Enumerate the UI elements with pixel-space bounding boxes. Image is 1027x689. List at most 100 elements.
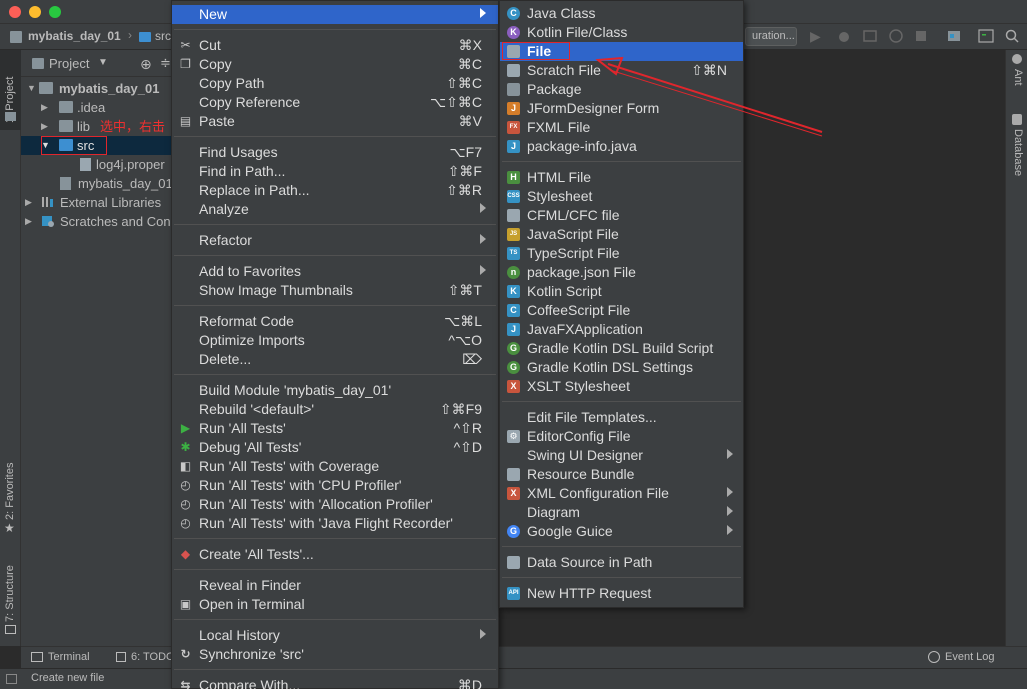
expand-arrow-icon[interactable]: ▼	[27, 83, 37, 93]
terminal-icon: ▣	[179, 597, 192, 611]
minimize-window-button[interactable]	[29, 6, 41, 18]
menu-item-show-image-thumbnails[interactable]: Show Image Thumbnails ⇧⌘T	[172, 281, 498, 300]
menu-item-optimize-imports[interactable]: Optimize Imports ^⌥O	[172, 331, 498, 350]
project-view-dropdown[interactable]: Project	[49, 56, 89, 71]
collapse-arrow-icon[interactable]: ▶	[25, 216, 35, 226]
menu-item-refactor[interactable]: Refactor	[172, 231, 498, 250]
new-menu-item-cfml-cfc-file[interactable]: CFML/CFC file	[500, 206, 743, 225]
menu-item-debug-all-tests[interactable]: ✱ Debug 'All Tests' ^⇧D	[172, 438, 498, 457]
locate-icon[interactable]: ⊕	[140, 56, 152, 73]
ant-icon	[1012, 54, 1022, 64]
tree-row-scratches[interactable]: ▶ Scratches and Con	[21, 212, 172, 231]
new-menu-item-new-http-request[interactable]: API New HTTP Request	[500, 584, 743, 603]
breadcrumb-folder[interactable]: src	[155, 29, 171, 43]
menu-item-label: Run 'All Tests' with Coverage	[199, 458, 380, 474]
menu-item-create-all-tests[interactable]: ◆ Create 'All Tests'...	[172, 545, 498, 564]
new-menu-item-edit-file-templates[interactable]: Edit File Templates...	[500, 408, 743, 427]
menu-item-paste[interactable]: ▤ Paste ⌘V	[172, 112, 498, 131]
menu-item-copy-path[interactable]: Copy Path ⇧⌘C	[172, 74, 498, 93]
menu-item-rebuild-default[interactable]: Rebuild '<default>' ⇧⌘F9	[172, 400, 498, 419]
menu-item-label: Reformat Code	[199, 313, 294, 329]
new-menu-item-xslt-stylesheet[interactable]: X XSLT Stylesheet	[500, 377, 743, 396]
menu-item-local-history[interactable]: Local History	[172, 626, 498, 645]
cfml-icon	[507, 209, 520, 222]
tool-tab-structure[interactable]: 7: Structure	[4, 565, 16, 622]
collapse-arrow-icon[interactable]: ▶	[41, 102, 51, 112]
tree-row-project[interactable]: ▼ mybatis_day_01	[21, 79, 172, 98]
menu-item-run-all-tests-with-java-flight-recorder[interactable]: ◴ Run 'All Tests' with 'Java Flight Recor…	[172, 514, 498, 533]
tool-tab-terminal[interactable]: Terminal	[48, 651, 90, 663]
status-bar-toggle-icon[interactable]	[6, 674, 17, 684]
new-menu-item-javascript-file[interactable]: JS JavaScript File	[500, 225, 743, 244]
project-structure-icon[interactable]	[946, 28, 962, 44]
profiler-icon[interactable]	[888, 28, 904, 44]
menu-item-label: Show Image Thumbnails	[199, 282, 353, 298]
menu-item-compare-with[interactable]: ⇆ Compare With... ⌘D	[172, 676, 498, 689]
new-menu-item-kotlin-script[interactable]: K Kotlin Script	[500, 282, 743, 301]
new-menu-item-editorconfig-file[interactable]: ⚙ EditorConfig File	[500, 427, 743, 446]
new-menu-item-gradle-kotlin-dsl-build-script[interactable]: G Gradle Kotlin DSL Build Script	[500, 339, 743, 358]
new-menu-item-gradle-kotlin-dsl-settings[interactable]: G Gradle Kotlin DSL Settings	[500, 358, 743, 377]
search-icon[interactable]	[1004, 28, 1020, 44]
tree-row-log4j[interactable]: log4j.proper	[21, 155, 172, 174]
collapse-arrow-icon[interactable]: ▶	[41, 121, 51, 131]
new-menu-item-javafxapplication[interactable]: J JavaFXApplication	[500, 320, 743, 339]
module-file-icon	[60, 177, 71, 190]
menu-item-new[interactable]: New	[172, 5, 498, 24]
menu-item-build-module-mybatis-day-01[interactable]: Build Module 'mybatis_day_01'	[172, 381, 498, 400]
close-window-button[interactable]	[9, 6, 21, 18]
event-log-tab[interactable]: Event Log	[945, 651, 995, 663]
css-icon: CSS	[507, 190, 520, 203]
new-menu-item-xml-configuration-file[interactable]: X XML Configuration File	[500, 484, 743, 503]
stop-icon[interactable]	[913, 28, 929, 44]
menu-item-cut[interactable]: ✂ Cut ⌘X	[172, 36, 498, 55]
menu-item-run-all-tests-with-allocation-profiler[interactable]: ◴ Run 'All Tests' with 'Allocation Profil…	[172, 495, 498, 514]
menu-separator	[174, 224, 496, 225]
new-menu-item-html-file[interactable]: H HTML File	[500, 168, 743, 187]
menu-item-find-usages[interactable]: Find Usages ⌥F7	[172, 143, 498, 162]
tool-tab-todo[interactable]: 6: TODO	[131, 651, 175, 663]
breadcrumb-project[interactable]: mybatis_day_01	[28, 29, 121, 43]
menu-item-synchronize-src[interactable]: ↻ Synchronize 'src'	[172, 645, 498, 664]
menu-item-run-all-tests-with-cpu-profiler[interactable]: ◴ Run 'All Tests' with 'CPU Profiler'	[172, 476, 498, 495]
new-menu-item-data-source-in-path[interactable]: Data Source in Path	[500, 553, 743, 572]
todo-icon	[116, 652, 126, 662]
new-menu-item-google-guice[interactable]: G Google Guice	[500, 522, 743, 541]
database-icon	[507, 556, 520, 569]
menu-item-copy[interactable]: ❐ Copy ⌘C	[172, 55, 498, 74]
tool-tab-database[interactable]: Database	[1012, 129, 1024, 176]
collapse-icon[interactable]: ≑	[160, 55, 171, 71]
menu-item-run-all-tests-with-coverage[interactable]: ◧ Run 'All Tests' with Coverage	[172, 457, 498, 476]
menu-item-run-all-tests[interactable]: ▶ Run 'All Tests' ^⇧R	[172, 419, 498, 438]
maximize-window-button[interactable]	[49, 6, 61, 18]
menu-item-add-to-favorites[interactable]: Add to Favorites	[172, 262, 498, 281]
new-menu-item-package-json-file[interactable]: n package.json File	[500, 263, 743, 282]
tree-row-idea[interactable]: ▶ .idea	[21, 98, 172, 117]
new-menu-item-coffeescript-file[interactable]: C CoffeeScript File	[500, 301, 743, 320]
run-icon: ▶	[180, 421, 191, 435]
menu-item-analyze[interactable]: Analyze	[172, 200, 498, 219]
menu-item-reformat-code[interactable]: Reformat Code ⌥⌘L	[172, 312, 498, 331]
coverage-icon[interactable]	[862, 28, 878, 44]
tool-tab-ant[interactable]: Ant	[1012, 69, 1024, 86]
menu-item-reveal-in-finder[interactable]: Reveal in Finder	[172, 576, 498, 595]
new-menu-item-typescript-file[interactable]: TS TypeScript File	[500, 244, 743, 263]
menu-item-copy-reference[interactable]: Copy Reference ⌥⇧⌘C	[172, 93, 498, 112]
new-menu-item-stylesheet[interactable]: CSS Stylesheet	[500, 187, 743, 206]
menu-item-shortcut: ⌘C	[457, 56, 482, 72]
menu-item-delete[interactable]: Delete... ⌦	[172, 350, 498, 369]
tree-row-external-libraries[interactable]: ▶ External Libraries	[21, 193, 172, 212]
tree-row-iml[interactable]: mybatis_day_01	[21, 174, 173, 193]
tree-label: External Libraries	[60, 195, 162, 210]
tool-tab-favorites[interactable]: 2: Favorites	[4, 463, 16, 520]
menu-item-label: Copy Reference	[199, 94, 301, 110]
new-menu-item-diagram[interactable]: Diagram	[500, 503, 743, 522]
terminal-icon[interactable]	[978, 28, 994, 44]
collapse-arrow-icon[interactable]: ▶	[25, 197, 35, 207]
menu-item-find-in-path[interactable]: Find in Path... ⇧⌘F	[172, 162, 498, 181]
menu-item-open-in-terminal[interactable]: ▣ Open in Terminal	[172, 595, 498, 614]
new-menu-item-java-class[interactable]: C Java Class	[500, 4, 743, 23]
new-menu-item-resource-bundle[interactable]: Resource Bundle	[500, 465, 743, 484]
menu-item-replace-in-path[interactable]: Replace in Path... ⇧⌘R	[172, 181, 498, 200]
new-menu-item-swing-ui-designer[interactable]: Swing UI Designer	[500, 446, 743, 465]
